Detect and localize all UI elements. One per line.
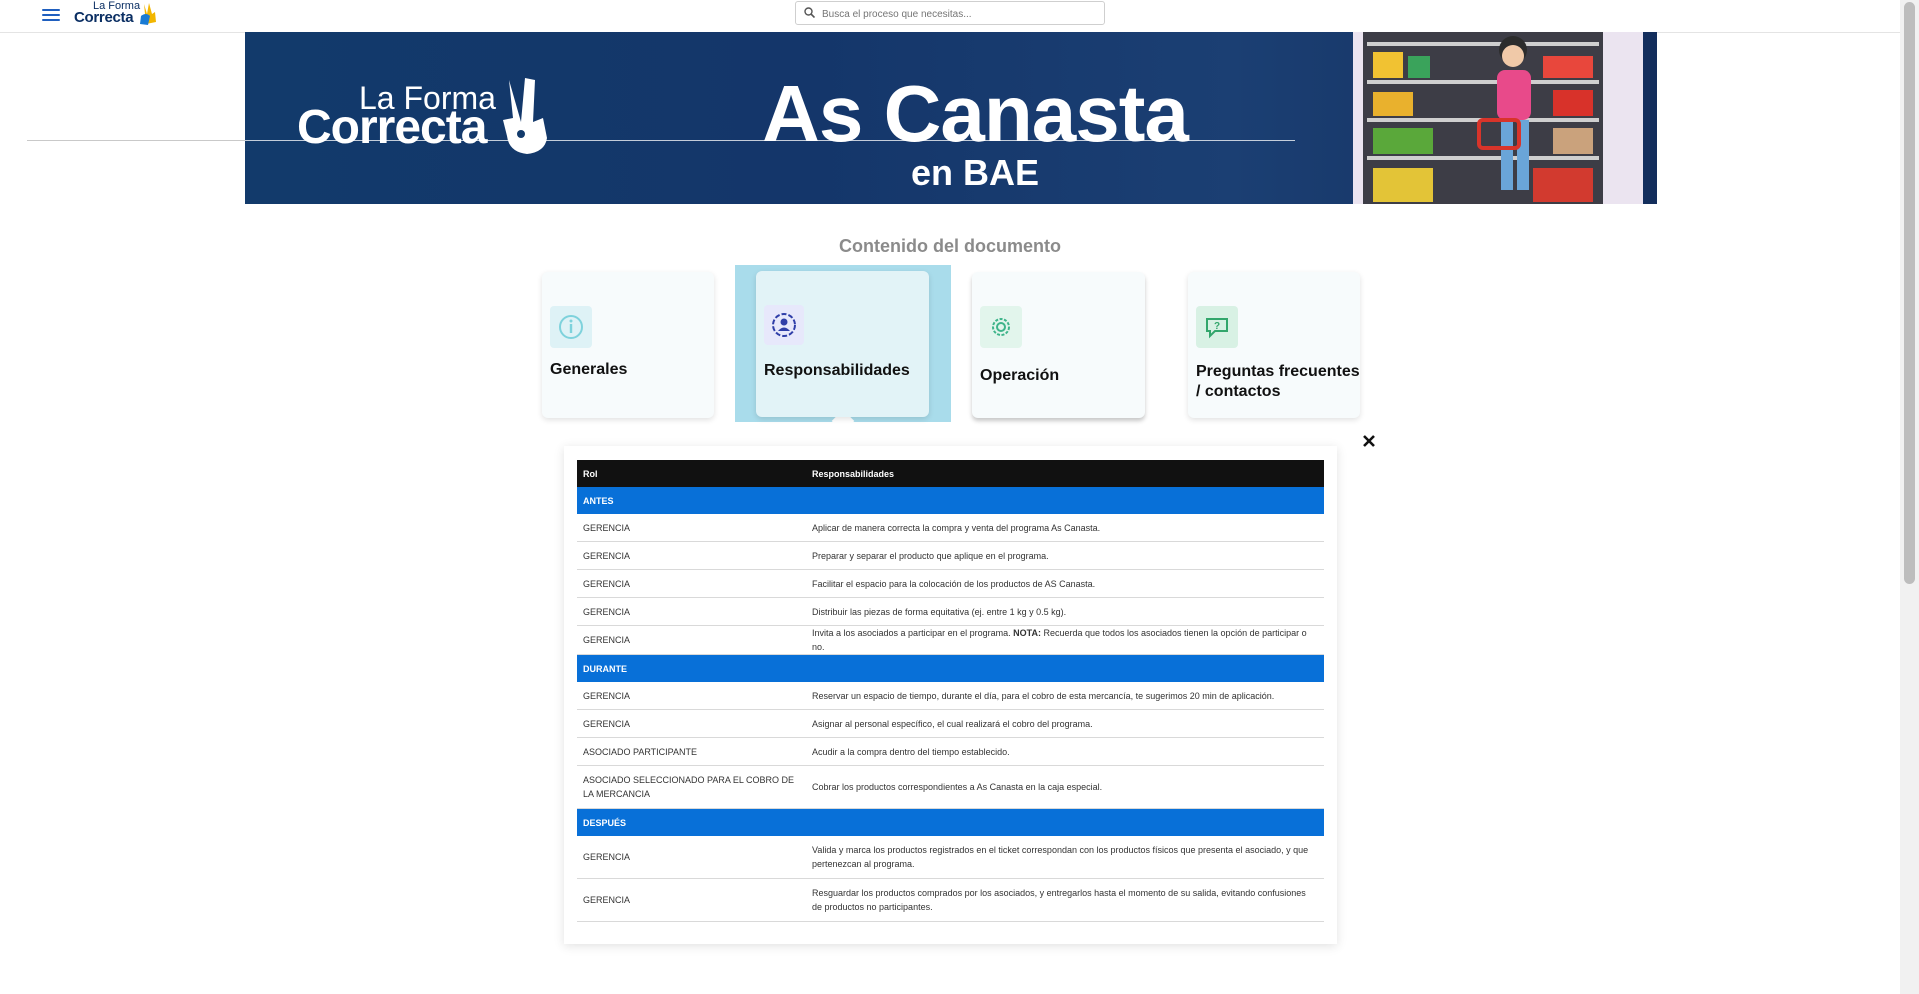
- rol-cell: ASOCIADO SELECCIONADO PARA EL COBRO DE L…: [577, 765, 806, 809]
- banner-illustration: [1353, 32, 1643, 204]
- chat-question-icon: ?: [1196, 306, 1238, 348]
- scrollbar-thumb[interactable]: [1904, 2, 1915, 584]
- table-row: GERENCIA Resguardar los productos comprad…: [577, 878, 1324, 922]
- card-responsabilidades[interactable]: Responsabilidades: [756, 271, 929, 417]
- resp-cell: Aplicar de manera correcta la compra y v…: [806, 514, 1324, 542]
- table-row: ASOCIADO PARTICIPANTE Acudir a la compra …: [577, 737, 1324, 766]
- note-label: NOTA:: [1013, 628, 1041, 638]
- peace-hand-icon: [140, 3, 156, 25]
- card-label: Preguntas frecuentes / contactos: [1196, 363, 1360, 400]
- svg-text:?: ?: [1214, 321, 1220, 332]
- menu-icon[interactable]: [42, 6, 60, 22]
- banner-logo-bottom: Correcta: [297, 101, 487, 154]
- resp-cell: Valida y marca los productos registrados…: [806, 836, 1324, 879]
- resp-cell: Acudir a la compra dentro del tiempo est…: [806, 737, 1324, 766]
- header-logo-bottom: Correcta: [74, 9, 134, 26]
- phase-row-durante: DURANTE: [577, 654, 1324, 682]
- resp-cell: Invita a los asociados a participar en e…: [806, 625, 1324, 655]
- close-icon[interactable]: [1362, 434, 1376, 448]
- column-header-rol: Rol: [577, 460, 806, 487]
- people-icon: [764, 305, 804, 345]
- table-row: GERENCIA Aplicar de manera correcta la co…: [577, 514, 1324, 542]
- resp-cell: Preparar y separar el producto que apliq…: [806, 541, 1324, 570]
- table-row: GERENCIA Asignar al personal específico, …: [577, 709, 1324, 738]
- rol-cell: GERENCIA: [577, 625, 806, 655]
- banner-subtitle: en BAE: [910, 152, 1040, 193]
- card-preguntas-frecuentes[interactable]: ? Preguntas frecuentes / contactos: [1188, 272, 1360, 418]
- rol-cell: GERENCIA: [577, 597, 806, 626]
- header-logo[interactable]: La Forma Correcta: [74, 0, 164, 28]
- phase-label: ANTES: [577, 487, 1324, 514]
- search-box[interactable]: [795, 1, 1105, 25]
- table-header-row: Rol Responsabilidades: [577, 460, 1324, 487]
- search-input[interactable]: [820, 5, 1094, 23]
- rol-cell: GERENCIA: [577, 514, 806, 542]
- table-row: GERENCIA Distribuir las piezas de forma e…: [577, 597, 1324, 626]
- resp-cell: Cobrar los productos correspondientes a …: [806, 765, 1324, 809]
- phase-label: DESPUÉS: [577, 808, 1324, 836]
- resp-cell: Resguardar los productos comprados por l…: [806, 878, 1324, 922]
- rol-cell: GERENCIA: [577, 569, 806, 598]
- gear-icon: [980, 306, 1022, 348]
- rol-cell: GERENCIA: [577, 682, 806, 710]
- responsibilities-panel: Rol Responsabilidades ANTES GERENCIA Apli…: [564, 446, 1337, 944]
- table-row: GERENCIA Preparar y separar el producto q…: [577, 541, 1324, 570]
- search-icon: [804, 7, 815, 18]
- rol-cell: GERENCIA: [577, 709, 806, 738]
- table-row: GERENCIA Invita a los asociados a partici…: [577, 625, 1324, 655]
- banner-title: As Canasta: [762, 69, 1189, 158]
- phase-label: DURANTE: [577, 654, 1324, 682]
- peace-hand-icon: [503, 78, 547, 154]
- rol-cell: ASOCIADO PARTICIPANTE: [577, 737, 806, 766]
- card-label: Responsabilidades: [764, 362, 910, 379]
- table-row: ASOCIADO SELECCIONADO PARA EL COBRO DE L…: [577, 765, 1324, 809]
- card-generales[interactable]: Generales: [542, 272, 714, 418]
- resp-cell: Facilitar el espacio para la colocación …: [806, 569, 1324, 598]
- phase-row-despues: DESPUÉS: [577, 808, 1324, 836]
- store-shelf-illustration: [1353, 32, 1643, 204]
- rol-cell: GERENCIA: [577, 836, 806, 879]
- rol-cell: GERENCIA: [577, 878, 806, 922]
- info-icon: [550, 306, 592, 348]
- resp-text: Invita a los asociados a participar en e…: [812, 628, 1014, 638]
- top-bar: La Forma Correcta: [0, 0, 1900, 33]
- card-label: Operación: [980, 367, 1060, 384]
- resp-cell: Distribuir las piezas de forma equitativ…: [806, 597, 1324, 626]
- column-header-responsabilidades: Responsabilidades: [806, 460, 1324, 487]
- responsibilities-table: Rol Responsabilidades ANTES GERENCIA Apli…: [577, 460, 1324, 922]
- section-title: Contenido del documento: [839, 236, 1061, 256]
- hero-banner: La Forma Correcta As Canasta en BAE: [245, 32, 1657, 204]
- table-row: GERENCIA Facilitar el espacio para la col…: [577, 569, 1324, 598]
- card-operacion[interactable]: Operación: [972, 272, 1145, 418]
- rol-cell: GERENCIA: [577, 541, 806, 570]
- resp-cell: Asignar al personal específico, el cual …: [806, 709, 1324, 738]
- resp-cell: Reservar un espacio de tiempo, durante e…: [806, 682, 1324, 710]
- page-scrollbar[interactable]: [1900, 0, 1919, 994]
- table-row: GERENCIA Valida y marca los productos reg…: [577, 836, 1324, 879]
- card-label: Generales: [550, 361, 628, 378]
- phase-row-antes: ANTES: [577, 487, 1324, 514]
- table-row: GERENCIA Reservar un espacio de tiempo, d…: [577, 682, 1324, 710]
